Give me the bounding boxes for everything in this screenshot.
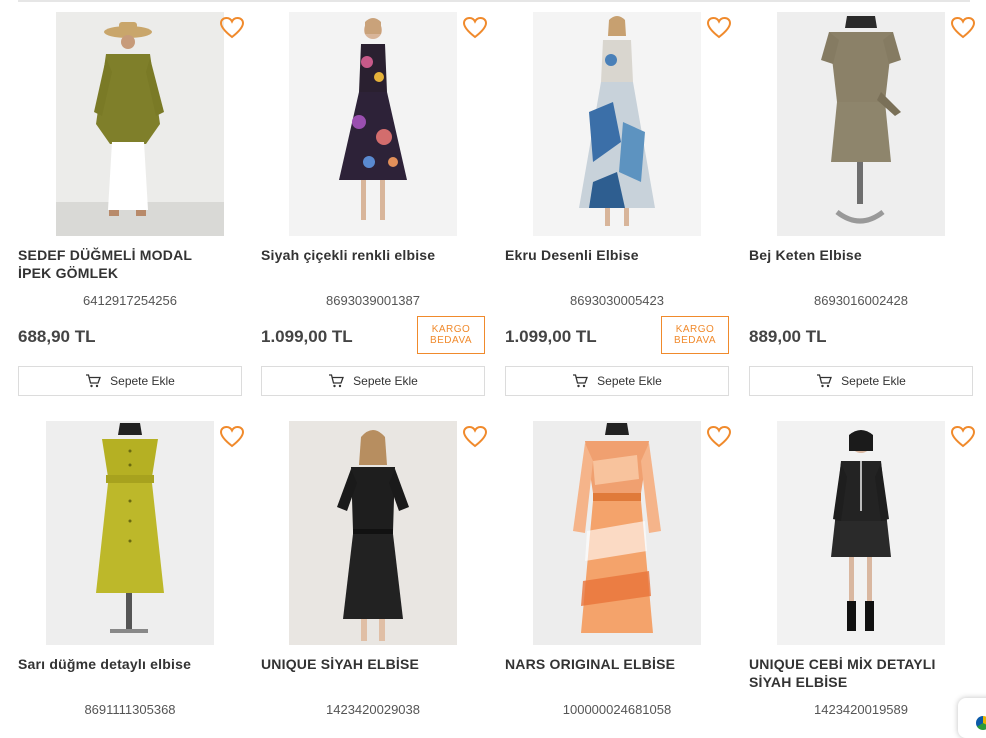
top-divider xyxy=(18,0,970,2)
product-price: 1.099,00 TL xyxy=(261,327,353,346)
product-card[interactable]: Ekru Desenli Elbise 8693030005423 1.099,… xyxy=(505,12,732,396)
heart-outline-icon xyxy=(219,425,245,448)
favorite-button[interactable] xyxy=(462,425,488,449)
product-image[interactable] xyxy=(777,12,945,236)
product-image[interactable] xyxy=(533,421,701,645)
heart-outline-icon xyxy=(950,425,976,448)
favorite-button[interactable] xyxy=(219,16,245,40)
product-price: 1.099,00 TL xyxy=(505,327,597,346)
favorite-button[interactable] xyxy=(950,425,976,449)
product-title[interactable]: SEDEF DÜĞMELİ MODAL İPEK GÖMLEK xyxy=(18,246,218,282)
product-card[interactable]: NARS ORIGINAL ELBİSE 100000024681058 xyxy=(505,421,732,726)
add-to-cart-label: Sepete Ekle xyxy=(597,374,662,388)
cart-icon xyxy=(573,374,589,388)
add-to-cart-button[interactable]: Sepete Ekle xyxy=(18,366,242,396)
product-card[interactable]: Bej Keten Elbise 8693016002428 889,00 TL… xyxy=(749,12,976,396)
product-card[interactable]: UNIQUE SİYAH ELBİSE 1423420029038 xyxy=(261,421,488,726)
product-title[interactable]: UNIQUE CEBİ MİX DETAYLI SİYAH ELBİSE xyxy=(749,655,949,691)
add-to-cart-label: Sepete Ekle xyxy=(841,374,906,388)
product-barcode: 1423420029038 xyxy=(326,702,420,717)
trust-badge-icon xyxy=(976,716,986,730)
product-barcode: 8693016002428 xyxy=(814,293,908,308)
heart-outline-icon xyxy=(706,425,732,448)
badge-line-2: BEDAVA xyxy=(429,335,473,346)
product-image[interactable] xyxy=(533,12,701,236)
free-shipping-badge: KARGO BEDAVA xyxy=(661,316,729,354)
product-barcode: 8693039001387 xyxy=(326,293,420,308)
add-to-cart-label: Sepete Ekle xyxy=(110,374,175,388)
product-image[interactable] xyxy=(56,12,224,236)
add-to-cart-button[interactable]: Sepete Ekle xyxy=(261,366,485,396)
product-price: 688,90 TL xyxy=(18,327,96,346)
product-image[interactable] xyxy=(289,421,457,645)
product-card[interactable]: SEDEF DÜĞMELİ MODAL İPEK GÖMLEK 64129172… xyxy=(18,12,245,396)
product-title[interactable]: Siyah çiçekli renkli elbise xyxy=(261,246,461,264)
floating-trust-badge[interactable] xyxy=(958,698,986,738)
favorite-button[interactable] xyxy=(219,425,245,449)
heart-outline-icon xyxy=(462,16,488,39)
cart-icon xyxy=(817,374,833,388)
product-barcode: 8693030005423 xyxy=(570,293,664,308)
badge-line-2: BEDAVA xyxy=(673,335,717,346)
product-image[interactable] xyxy=(289,12,457,236)
product-title[interactable]: Bej Keten Elbise xyxy=(749,246,949,264)
product-barcode: 1423420019589 xyxy=(814,702,908,717)
favorite-button[interactable] xyxy=(706,425,732,449)
heart-outline-icon xyxy=(950,16,976,39)
product-card[interactable]: Sarı düğme detaylı elbise 8691111305368 xyxy=(18,421,245,726)
cart-icon xyxy=(86,374,102,388)
add-to-cart-button[interactable]: Sepete Ekle xyxy=(505,366,729,396)
heart-outline-icon xyxy=(462,425,488,448)
heart-outline-icon xyxy=(219,16,245,39)
heart-outline-icon xyxy=(706,16,732,39)
product-barcode: 6412917254256 xyxy=(83,293,177,308)
favorite-button[interactable] xyxy=(950,16,976,40)
product-barcode: 8691111305368 xyxy=(84,702,176,717)
favorite-button[interactable] xyxy=(706,16,732,40)
product-price: 889,00 TL xyxy=(749,327,827,346)
product-card[interactable]: Siyah çiçekli renkli elbise 869303900138… xyxy=(261,12,488,396)
product-title[interactable]: Sarı düğme detaylı elbise xyxy=(18,655,218,673)
favorite-button[interactable] xyxy=(462,16,488,40)
add-to-cart-label: Sepete Ekle xyxy=(353,374,418,388)
add-to-cart-button[interactable]: Sepete Ekle xyxy=(749,366,973,396)
badge-line-1: KARGO xyxy=(431,324,471,335)
free-shipping-badge: KARGO BEDAVA xyxy=(417,316,485,354)
product-card[interactable]: UNIQUE CEBİ MİX DETAYLI SİYAH ELBİSE 142… xyxy=(749,421,976,726)
product-image[interactable] xyxy=(777,421,945,645)
cart-icon xyxy=(329,374,345,388)
product-image[interactable] xyxy=(46,421,214,645)
product-title[interactable]: NARS ORIGINAL ELBİSE xyxy=(505,655,705,673)
product-title[interactable]: Ekru Desenli Elbise xyxy=(505,246,705,264)
product-title[interactable]: UNIQUE SİYAH ELBİSE xyxy=(261,655,461,673)
badge-line-1: KARGO xyxy=(675,324,715,335)
product-barcode: 100000024681058 xyxy=(562,702,672,717)
